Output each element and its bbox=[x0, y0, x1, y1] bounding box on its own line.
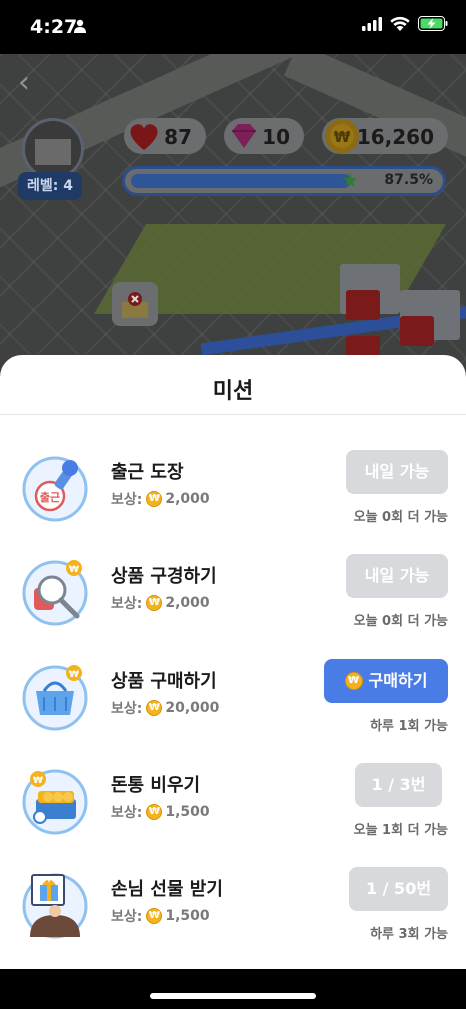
coin-icon: ₩ bbox=[146, 700, 163, 716]
stamp-icon: 출근 bbox=[22, 456, 88, 522]
divider bbox=[0, 414, 466, 415]
progress-percent: 87.5% bbox=[384, 172, 433, 188]
status-indicators bbox=[362, 16, 448, 31]
mission-reward: 보상: ₩ 2,000 bbox=[111, 491, 210, 508]
cash-box-icon: ₩ bbox=[22, 769, 88, 835]
mission-reward: 보상: ₩ 2,000 bbox=[111, 595, 210, 612]
mission-button-cashbox[interactable]: 1 / 3번 bbox=[355, 763, 442, 807]
mission-button-browse[interactable]: 내일 가능 bbox=[346, 554, 448, 598]
gift-box-decor bbox=[346, 290, 380, 320]
mission-name: 돈통 비우기 bbox=[111, 775, 201, 796]
svg-text:₩: ₩ bbox=[33, 776, 43, 786]
mission-limit: 오늘 0회 더 가능 bbox=[353, 614, 448, 629]
mission-name: 상품 구경하기 bbox=[111, 566, 217, 587]
gems-counter: 10 bbox=[224, 118, 304, 154]
store-avatar[interactable] bbox=[22, 118, 84, 180]
mission-reward: 보상: ₩ 20,000 bbox=[111, 700, 220, 717]
coin-icon: ₩ bbox=[146, 908, 163, 924]
mission-item-attendance: 출근 출근 도장 보상: ₩ 2,000 내일 가능 오늘 0회 더 가능 bbox=[0, 450, 466, 554]
coin-icon: ₩ bbox=[146, 595, 163, 611]
level-progress-bar: ★ 87.5% bbox=[122, 166, 446, 196]
cellular-signal-icon bbox=[362, 16, 382, 31]
gem-icon bbox=[232, 124, 256, 148]
coin-icon: ₩ bbox=[146, 804, 163, 820]
error-box-icon[interactable] bbox=[112, 282, 158, 326]
mission-name: 상품 구매하기 bbox=[111, 671, 217, 692]
status-bar: 4:27 bbox=[0, 0, 466, 54]
mission-reward: 보상: ₩ 1,500 bbox=[111, 804, 210, 821]
progress-fill bbox=[131, 174, 351, 188]
basket-icon: ₩ bbox=[22, 665, 88, 731]
mission-item-gift: 손님 선물 받기 보상: ₩ 1,500 1 / 50번 하루 3회 가능 bbox=[0, 867, 466, 971]
mission-item-cashbox: ₩ 돈통 비우기 보상: ₩ 1,500 1 / 3번 오늘 1회 더 가능 bbox=[0, 763, 466, 867]
coins-counter: ₩ 16,260 bbox=[322, 118, 448, 154]
mission-item-purchase: ₩ 상품 구매하기 보상: ₩ 20,000 ₩ 구매하기 하루 1회 가능 bbox=[0, 659, 466, 763]
svg-text:₩: ₩ bbox=[334, 128, 351, 146]
star-icon: ★ bbox=[341, 168, 359, 192]
mission-limit: 하루 3회 가능 bbox=[370, 927, 448, 942]
wifi-icon bbox=[390, 16, 410, 31]
coin-icon: ₩ bbox=[344, 672, 363, 690]
mission-reward: 보상: ₩ 1,500 bbox=[111, 908, 210, 925]
mission-item-browse: ₩ 상품 구경하기 보상: ₩ 2,000 내일 가능 오늘 0회 더 가능 bbox=[0, 554, 466, 658]
back-arrow-icon[interactable]: ‹ bbox=[18, 68, 42, 98]
hearts-counter: 87 bbox=[124, 118, 206, 154]
person-icon bbox=[74, 19, 86, 33]
home-indicator[interactable] bbox=[150, 993, 316, 999]
heart-icon bbox=[130, 124, 158, 150]
mission-name: 출근 도장 bbox=[111, 462, 184, 483]
mission-name: 손님 선물 받기 bbox=[111, 879, 223, 900]
level-badge: 레벨: 4 bbox=[18, 172, 82, 200]
mission-limit: 하루 1회 가능 bbox=[370, 719, 448, 734]
gift-icon bbox=[22, 873, 88, 939]
purchase-button[interactable]: ₩ 구매하기 bbox=[324, 659, 448, 703]
home-bar-area bbox=[0, 969, 466, 1009]
magnifier-icon: ₩ bbox=[22, 560, 88, 626]
coin-icon: ₩ bbox=[146, 491, 163, 507]
svg-text:₩: ₩ bbox=[69, 670, 79, 680]
mission-limit: 오늘 0회 더 가능 bbox=[353, 510, 448, 525]
mission-button-gift[interactable]: 1 / 50번 bbox=[349, 867, 448, 911]
svg-text:출근: 출근 bbox=[40, 490, 60, 504]
sheet-title: 미션 bbox=[212, 379, 254, 404]
status-time: 4:27 bbox=[30, 16, 78, 38]
gift-box-decor bbox=[400, 316, 434, 346]
game-backdrop: ‹ 레벨: 4 87 10 ₩ 16,260 ★ 87.5% bbox=[0, 54, 466, 374]
mission-limit: 오늘 1회 더 가능 bbox=[353, 823, 448, 838]
mission-sheet: 미션 출근 출근 도장 보상: ₩ 2,000 내일 가능 오늘 0회 더 가능… bbox=[0, 355, 466, 969]
svg-text:₩: ₩ bbox=[69, 565, 79, 575]
battery-charging-icon bbox=[418, 16, 448, 31]
mission-button-attendance[interactable]: 내일 가능 bbox=[346, 450, 448, 494]
